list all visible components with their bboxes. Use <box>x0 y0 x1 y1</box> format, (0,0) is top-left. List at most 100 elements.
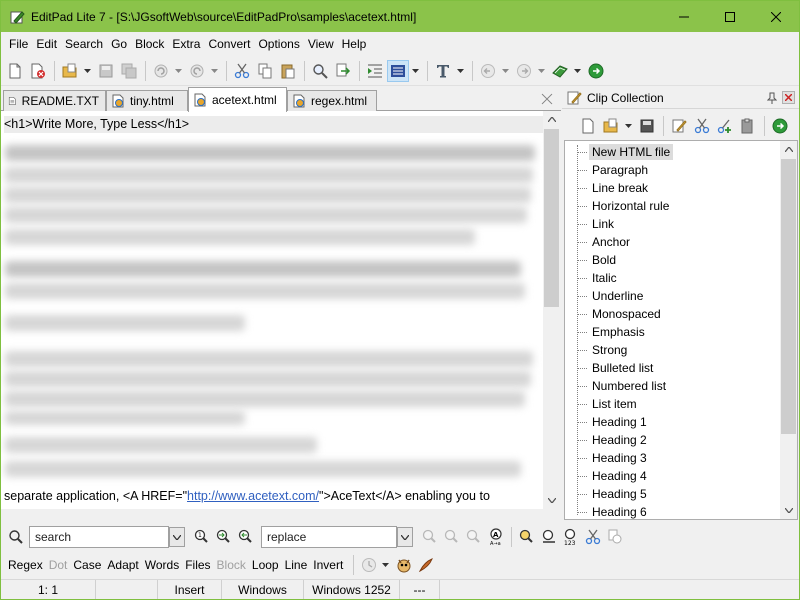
menu-file[interactable]: File <box>5 34 32 54</box>
find-next-button[interactable] <box>213 526 235 548</box>
cut-matches-button[interactable] <box>582 526 604 548</box>
clip-item-new-html-file[interactable]: New HTML file <box>578 143 674 161</box>
cut-button[interactable] <box>231 60 253 82</box>
option-adapt[interactable]: Adapt <box>107 558 138 572</box>
replace-button[interactable] <box>419 526 441 548</box>
search-history-button[interactable] <box>358 554 380 576</box>
replace-all-button[interactable]: A A→a <box>485 526 507 548</box>
copy-button[interactable] <box>254 60 276 82</box>
scroll-up-button[interactable] <box>543 111 560 128</box>
scroll-down-button[interactable] <box>780 502 797 519</box>
clip-tree[interactable]: New HTML file Paragraph Line break Horiz… <box>564 140 798 520</box>
redo-dropdown-button[interactable] <box>209 60 219 82</box>
option-regex[interactable]: Regex <box>8 558 43 572</box>
count-matches-button[interactable]: 123 <box>560 526 582 548</box>
scroll-down-button[interactable] <box>543 492 560 509</box>
menu-block[interactable]: Block <box>131 34 168 54</box>
find-previous-button[interactable] <box>235 526 257 548</box>
menu-go[interactable]: Go <box>107 34 131 54</box>
clip-item-list-item[interactable]: List item <box>578 395 640 413</box>
add-clip-button[interactable] <box>714 115 736 137</box>
clip-item-line-break[interactable]: Line break <box>578 179 651 197</box>
minimize-button[interactable] <box>661 1 707 32</box>
clip-collection-button[interactable] <box>549 60 571 82</box>
undo-dropdown-button[interactable] <box>173 60 183 82</box>
new-clip-collection-button[interactable] <box>577 115 599 137</box>
tab-regex-html[interactable]: regex.html <box>287 90 377 111</box>
save-clip-collection-button[interactable] <box>636 115 658 137</box>
clip-collection-dropdown-button[interactable] <box>572 60 582 82</box>
menu-extra[interactable]: Extra <box>168 34 204 54</box>
option-loop[interactable]: Loop <box>252 558 279 572</box>
menu-convert[interactable]: Convert <box>204 34 254 54</box>
tab-acetext-html[interactable]: acetext.html <box>188 87 287 112</box>
paste-button[interactable] <box>277 60 299 82</box>
save-button[interactable] <box>95 60 117 82</box>
indent-button[interactable] <box>364 60 386 82</box>
clip-item-emphasis[interactable]: Emphasis <box>578 323 648 341</box>
menu-options[interactable]: Options <box>254 34 303 54</box>
pin-panel-button[interactable] <box>765 91 779 105</box>
clip-item-bulleted-list[interactable]: Bulleted list <box>578 359 656 377</box>
edit-clip-button[interactable] <box>668 115 690 137</box>
find-button[interactable] <box>309 60 331 82</box>
option-files[interactable]: Files <box>185 558 210 572</box>
search-history-dropdown[interactable] <box>169 527 185 547</box>
replace-next-button[interactable] <box>441 526 463 548</box>
back-button[interactable] <box>477 60 499 82</box>
cut-clip-button[interactable] <box>691 115 713 137</box>
clip-item-heading-4[interactable]: Heading 4 <box>578 467 650 485</box>
tab-readme[interactable]: README.TXT <box>3 90 106 111</box>
clip-item-monospaced[interactable]: Monospaced <box>578 305 664 323</box>
redo-button[interactable] <box>186 60 208 82</box>
block-mode-button[interactable] <box>387 59 409 82</box>
editor-vertical-scrollbar[interactable] <box>543 111 560 509</box>
forward-dropdown-button[interactable] <box>536 60 546 82</box>
clip-item-anchor[interactable]: Anchor <box>578 233 633 251</box>
open-file-button[interactable] <box>59 60 81 82</box>
scroll-up-button[interactable] <box>780 141 797 158</box>
highlight-matches-button[interactable] <box>516 526 538 548</box>
regexbuddy-button[interactable] <box>393 554 415 576</box>
status-insert-mode[interactable]: Insert <box>158 579 222 599</box>
regex-build-button[interactable] <box>415 554 437 576</box>
close-file-button[interactable] <box>27 60 49 82</box>
menu-search[interactable]: Search <box>61 34 107 54</box>
clip-item-bold[interactable]: Bold <box>578 251 619 269</box>
clip-item-horizontal-rule[interactable]: Horizontal rule <box>578 197 672 215</box>
clip-item-heading-2[interactable]: Heading 2 <box>578 431 650 449</box>
block-mode-dropdown-button[interactable] <box>410 60 420 82</box>
search-input[interactable]: search <box>29 526 169 548</box>
replace-button[interactable] <box>332 60 354 82</box>
paste-clip-button[interactable] <box>737 115 759 137</box>
text-editor[interactable]: <h1>Write More, Type Less</h1> separate … <box>1 111 543 509</box>
clip-item-paragraph[interactable]: Paragraph <box>578 161 651 179</box>
clip-tree-scrollbar[interactable] <box>780 141 797 519</box>
new-file-button[interactable] <box>4 60 26 82</box>
font-dropdown-button[interactable] <box>455 60 465 82</box>
option-case[interactable]: Case <box>73 558 101 572</box>
option-words[interactable]: Words <box>145 558 179 572</box>
clip-item-underline[interactable]: Underline <box>578 287 646 305</box>
clip-item-heading-6[interactable]: Heading 6 <box>578 503 650 519</box>
clip-item-italic[interactable]: Italic <box>578 269 620 287</box>
back-dropdown-button[interactable] <box>500 60 510 82</box>
clip-run-button[interactable] <box>769 115 791 137</box>
close-window-button[interactable] <box>753 1 799 32</box>
close-panel-button[interactable] <box>782 91 795 104</box>
find-first-button[interactable]: 1 <box>191 526 213 548</box>
clip-item-strong[interactable]: Strong <box>578 341 630 359</box>
option-dot[interactable]: Dot <box>49 558 68 572</box>
scroll-thumb[interactable] <box>544 129 559 307</box>
open-clip-dropdown-button[interactable] <box>623 115 633 137</box>
status-line-break[interactable]: Windows <box>222 579 304 599</box>
clip-item-heading-5[interactable]: Heading 5 <box>578 485 650 503</box>
font-button[interactable] <box>432 60 454 82</box>
undo-button[interactable] <box>150 60 172 82</box>
replace-input[interactable]: replace <box>261 526 397 548</box>
scroll-thumb[interactable] <box>781 159 796 434</box>
status-encoding[interactable]: Windows 1252 <box>304 579 400 599</box>
replace-previous-button[interactable] <box>463 526 485 548</box>
menu-view[interactable]: View <box>304 34 338 54</box>
open-dropdown-button[interactable] <box>82 60 92 82</box>
